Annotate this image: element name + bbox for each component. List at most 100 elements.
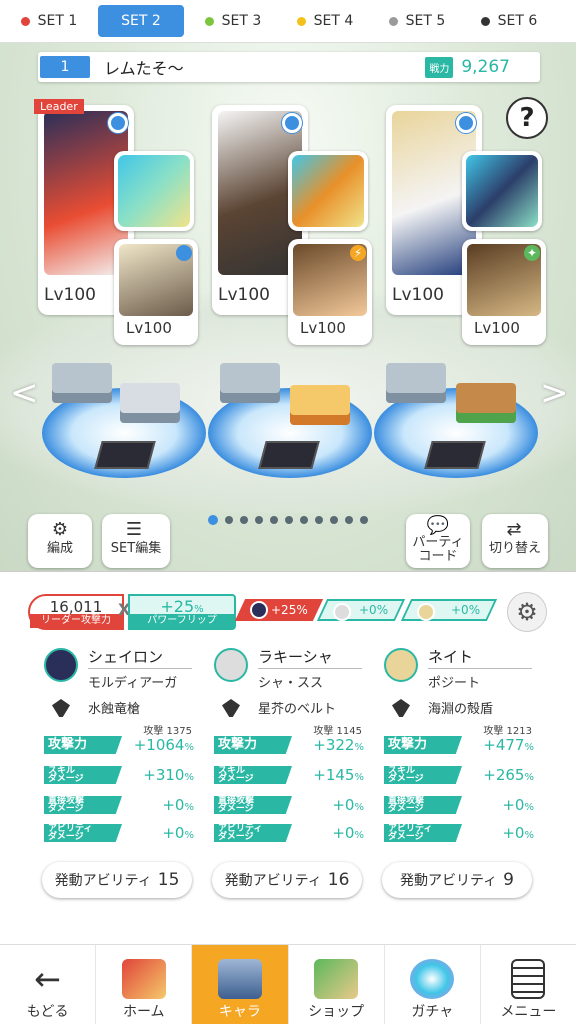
next-arrow[interactable]: > xyxy=(540,373,569,413)
pixel-chip xyxy=(94,441,156,469)
page-dot[interactable] xyxy=(225,516,233,524)
character-avatar-icon xyxy=(250,601,268,619)
tab-set-5[interactable]: SET 5 xyxy=(374,5,460,37)
sub-level: Lv100 xyxy=(126,319,172,337)
page-dot[interactable] xyxy=(315,516,323,524)
character-avatar-icon xyxy=(333,603,352,621)
bottom-navigation: ← もどる ホーム キャラ ショップ ガチャ メニュー xyxy=(0,944,576,1024)
pixel-block xyxy=(386,363,446,403)
switch-icon: ⇄ xyxy=(506,519,522,540)
nav-back[interactable]: ← もどる xyxy=(0,945,97,1024)
select-indicator-icon xyxy=(108,113,128,133)
ability-count-button-3[interactable]: 発動アビリティ 9 xyxy=(382,862,532,898)
menu-list-icon xyxy=(511,959,546,999)
ability-damage-stat: アビリティ ダメージ +0% xyxy=(214,822,364,844)
page-dot[interactable] xyxy=(300,516,308,524)
list-icon: ☰ xyxy=(125,519,143,540)
shield-icon xyxy=(466,155,538,227)
tab-set-4[interactable]: SET 4 xyxy=(282,5,368,37)
power-value: 9,267 xyxy=(461,57,510,77)
switch-button[interactable]: ⇄ 切り替え xyxy=(482,514,548,568)
select-indicator-icon xyxy=(176,245,192,261)
weapon-name: 星芥のベルト xyxy=(222,698,336,717)
sub-character-card-2[interactable]: ⚡ Lv100 xyxy=(288,239,372,345)
weapon-name: 水蝕竜槍 xyxy=(52,698,140,717)
pixel-chip xyxy=(424,441,486,469)
party-scene: 1 レムたそ〜 戦力 9,267 ? Leader Lv100 Lv100 Lv… xyxy=(0,43,576,571)
back-arrow-icon: ← xyxy=(34,960,61,998)
ability-count-button-1[interactable]: 発動アビリティ 15 xyxy=(42,862,192,898)
set-5-dot-icon xyxy=(388,16,398,26)
sub-character-card-1[interactable]: Lv100 xyxy=(114,239,198,345)
lightning-icon: ⚡ xyxy=(350,245,366,261)
party-name-bar[interactable]: 1 レムたそ〜 戦力 9,267 xyxy=(38,52,540,82)
weapon-slot-1[interactable] xyxy=(114,151,194,231)
pixel-chip xyxy=(258,441,320,469)
leader-attack-box: 16,011 リーダー攻撃力 xyxy=(28,594,124,630)
attack-stat: 攻撃力 攻撃 1213 +477% xyxy=(384,726,534,756)
tab-set-2[interactable]: SET 2 xyxy=(98,5,184,37)
page-dot[interactable] xyxy=(255,516,263,524)
prev-arrow[interactable]: < xyxy=(10,373,39,413)
set-1-dot-icon xyxy=(20,16,30,26)
character-level: Lv100 xyxy=(218,285,270,305)
boost-badge-1: +25% xyxy=(234,599,324,621)
set-6-dot-icon xyxy=(480,16,490,26)
ability-damage-stat: アビリティ ダメージ +0% xyxy=(384,822,534,844)
character-icon xyxy=(217,959,262,999)
tab-set-3[interactable]: SET 3 xyxy=(190,5,276,37)
select-indicator-icon xyxy=(456,113,476,133)
chat-icon: 💬 xyxy=(426,515,450,536)
sub-character-card-3[interactable]: ✦ Lv100 xyxy=(462,239,546,345)
settings-gear-icon[interactable]: ⚙ xyxy=(507,592,547,632)
direct-damage-stat: 直接攻撃 ダメージ +0% xyxy=(214,794,364,816)
page-dot[interactable] xyxy=(360,516,368,524)
direct-damage-stat: 直接攻撃 ダメージ +0% xyxy=(44,794,194,816)
page-dot[interactable] xyxy=(345,516,353,524)
party-number: 1 xyxy=(40,56,90,78)
page-dot[interactable] xyxy=(240,516,248,524)
pixel-block xyxy=(290,385,350,425)
weapon-slot-3[interactable] xyxy=(462,151,542,231)
nav-character[interactable]: キャラ xyxy=(192,945,289,1024)
attack-stat: 攻撃力 攻撃 1145 +322% xyxy=(214,726,364,756)
set-3-dot-icon xyxy=(204,16,214,26)
party-name: レムたそ〜 xyxy=(104,59,184,78)
nav-home[interactable]: ホーム xyxy=(96,945,193,1024)
help-button[interactable]: ? xyxy=(506,97,548,139)
belt-icon xyxy=(292,155,364,227)
page-dot[interactable] xyxy=(285,516,293,524)
set-tab-bar: SET 1 SET 2 SET 3 SET 4 SET 5 SET 6 xyxy=(0,0,576,43)
character-avatar xyxy=(44,648,78,682)
attack-stat: 攻撃力 攻撃 1375 +1064% xyxy=(44,726,194,756)
trident-icon xyxy=(118,155,190,227)
weapon-icon xyxy=(222,699,240,717)
page-dot[interactable] xyxy=(270,516,278,524)
ability-count-button-2[interactable]: 発動アビリティ 16 xyxy=(212,862,362,898)
nav-shop[interactable]: ショップ xyxy=(289,945,385,1024)
party-stats-panel: 16,011 リーダー攻撃力 X +25% パワーフリップ +25% +0% +… xyxy=(0,571,576,944)
leader-badge: Leader xyxy=(34,99,84,114)
skill-damage-stat: スキル ダメージ +145% xyxy=(214,764,364,786)
edit-button[interactable]: ⚙ 編成 xyxy=(28,514,92,568)
sub-level: Lv100 xyxy=(300,319,346,337)
nav-menu[interactable]: メニュー xyxy=(481,945,576,1024)
direct-damage-stat: 直接攻撃 ダメージ +0% xyxy=(384,794,534,816)
page-dot[interactable] xyxy=(208,515,218,525)
skill-damage-stat: スキル ダメージ +310% xyxy=(44,764,194,786)
tab-set-6[interactable]: SET 6 xyxy=(466,5,552,37)
page-dot[interactable] xyxy=(330,516,338,524)
character-avatar xyxy=(384,648,418,682)
select-indicator-icon xyxy=(282,113,302,133)
character-level: Lv100 xyxy=(392,285,444,305)
set-edit-button[interactable]: ☰ SET編集 xyxy=(102,514,170,568)
weapon-slot-2[interactable] xyxy=(288,151,368,231)
sub-level: Lv100 xyxy=(474,319,520,337)
pixel-block xyxy=(220,363,280,403)
tab-set-1[interactable]: SET 1 xyxy=(6,5,92,37)
party-code-button[interactable]: 💬 パーティ コード xyxy=(406,514,470,568)
pixel-block xyxy=(456,383,516,423)
nav-gacha[interactable]: ガチャ xyxy=(385,945,481,1024)
edit-icon: ⚙ xyxy=(51,519,69,540)
character-level: Lv100 xyxy=(44,285,96,305)
